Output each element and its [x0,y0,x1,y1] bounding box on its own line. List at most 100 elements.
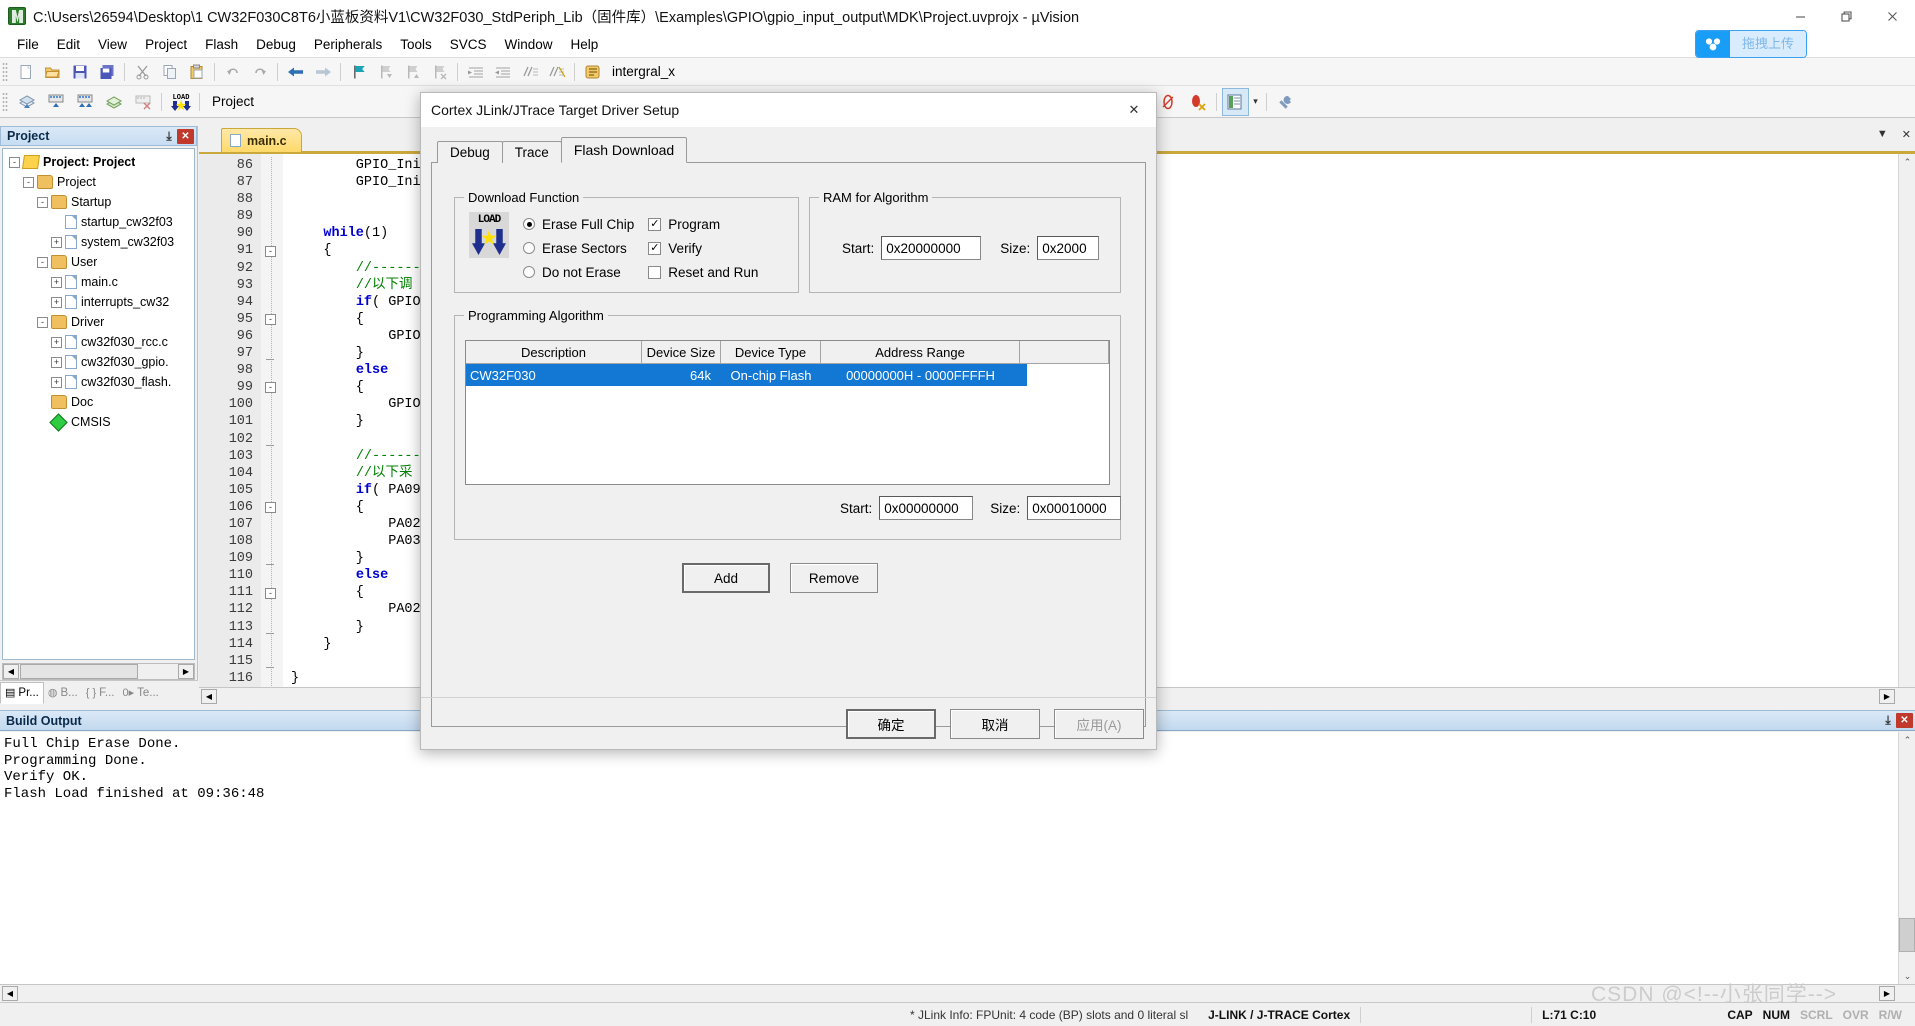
project-bottom-tab-3[interactable]: 0▸ Te... [118,682,162,704]
tree-item-cw32f030-gpio[interactable]: + cw32f030_gpio. [3,352,194,372]
tab-debug[interactable]: Debug [437,141,503,163]
comment-icon[interactable] [517,60,542,84]
scroll-left-icon[interactable]: ◀ [201,688,217,704]
checkbox-program[interactable]: ✓ Program [648,212,758,236]
column-extra[interactable] [1020,341,1109,363]
fold-collapse-icon[interactable]: - [265,313,276,325]
scroll-up-icon[interactable]: ⌃ [1899,732,1915,748]
configure-tools-wrench-icon[interactable] [1272,88,1299,116]
collapse-icon[interactable]: - [23,176,34,188]
configuration-wizard-icon[interactable] [1221,87,1249,116]
scroll-right-icon[interactable]: ▶ [1879,688,1895,704]
tree-item-startup[interactable]: - Startup [3,192,194,212]
scroll-up-icon[interactable]: ⌃ [1899,154,1915,170]
hscroll-thumb[interactable] [20,664,138,679]
tree-item-cw32f030-flash[interactable]: + cw32f030_flash. [3,372,194,392]
expand-icon[interactable]: + [51,376,62,388]
tree-item-user[interactable]: - User [3,252,194,272]
tree-item-doc[interactable]: Doc [3,392,194,412]
tree-item-project-project[interactable]: - Project: Project [3,152,194,172]
outdent-icon[interactable] [490,60,515,84]
disable-breakpoint-icon[interactable] [1155,88,1182,116]
expand-icon[interactable]: + [51,276,62,288]
maximize-restore-button[interactable] [1823,0,1869,32]
vscroll-thumb[interactable] [1899,918,1915,952]
editor-window-list-chevron-down-icon[interactable]: ▼ [1877,128,1888,141]
column-device-type[interactable]: Device Type [721,341,821,363]
minimize-button[interactable] [1777,0,1823,32]
cancel-button[interactable]: 取消 [950,708,1040,739]
algorithm-size-input[interactable]: 0x00010000 [1027,496,1122,520]
ram-start-input[interactable]: 0x20000000 [881,236,982,260]
project-bottom-tab-0[interactable]: ▤ Pr... [0,681,44,704]
tree-item-system-cw32f03[interactable]: + system_cw32f03 [3,232,194,252]
stop-build-icon[interactable] [129,88,156,116]
column-address-range[interactable]: Address Range [821,341,1020,363]
menu-project[interactable]: Project [136,34,196,55]
scroll-right-icon[interactable]: ▶ [1879,986,1895,1001]
toolbar-grip[interactable] [2,91,8,112]
collapse-icon[interactable]: - [37,316,48,328]
editor-vscrollbar[interactable]: ⌃ [1898,154,1915,687]
pin-icon[interactable]: ⤓ [161,129,177,144]
cut-icon[interactable] [130,60,155,84]
uncomment-icon[interactable] [544,60,569,84]
close-icon[interactable]: ✕ [177,128,194,144]
previous-bookmark-icon[interactable] [400,60,425,84]
fold-collapse-icon[interactable]: - [265,382,276,394]
collapse-icon[interactable]: - [9,156,20,168]
build-output-vscrollbar[interactable]: ⌃ ⌄ [1898,732,1915,984]
tree-item-cw32f030-rcc-c[interactable]: + cw32f030_rcc.c [3,332,194,352]
checkbox-reset-and-run[interactable]: Reset and Run [648,260,758,284]
build-output-hscrollbar[interactable]: ◀ ▶ [0,984,1915,1002]
expand-icon[interactable]: + [51,296,62,308]
ram-size-input[interactable]: 0x2000 [1037,236,1100,260]
tree-item-driver[interactable]: - Driver [3,312,194,332]
tree-item-project[interactable]: - Project [3,172,194,192]
menu-debug[interactable]: Debug [247,34,305,55]
editor-tab-main-c[interactable]: main.c [221,128,302,152]
rebuild-all-icon[interactable] [71,88,98,116]
navigate-forward-icon[interactable] [310,60,335,84]
fold-collapse-icon[interactable]: - [265,587,276,599]
insert-bookmark-icon[interactable] [346,60,371,84]
menu-svcs[interactable]: SVCS [441,34,496,55]
column-device-size[interactable]: Device Size [642,341,721,363]
open-file-icon[interactable] [40,60,65,84]
redo-icon[interactable] [247,60,272,84]
scroll-right-icon[interactable]: ▶ [178,664,194,679]
add-button[interactable]: Add [682,563,770,593]
open-target-options-icon[interactable] [580,60,605,84]
scroll-down-icon[interactable]: ⌄ [1899,968,1915,984]
indent-icon[interactable] [463,60,488,84]
collapse-icon[interactable]: - [37,256,48,268]
menu-view[interactable]: View [89,34,136,55]
tab-trace[interactable]: Trace [501,141,562,163]
configuration-wizard-chevron-down-icon[interactable]: ▾ [1250,92,1262,112]
toolbar-grip[interactable] [2,61,8,82]
radio-do-not-erase[interactable]: Do not Erase [523,260,634,284]
baidu-netdisk-upload-badge[interactable]: 拖拽上传 [1694,30,1807,58]
expand-icon[interactable]: + [51,336,62,348]
build-target-icon[interactable] [42,88,69,116]
expand-icon[interactable]: + [51,236,62,248]
editor-fold-column[interactable]: ------ [261,154,283,704]
algorithm-start-input[interactable]: 0x00000000 [879,496,974,520]
kill-all-breakpoints-icon[interactable] [1184,88,1211,116]
clear-bookmarks-icon[interactable] [427,60,452,84]
navigate-back-icon[interactable] [283,60,308,84]
column-description[interactable]: Description [466,341,642,363]
undo-icon[interactable] [220,60,245,84]
menu-window[interactable]: Window [495,34,561,55]
menu-help[interactable]: Help [562,34,608,55]
remove-button[interactable]: Remove [790,563,878,593]
ok-button[interactable]: 确定 [846,708,936,739]
tree-item-startup-cw32f03[interactable]: startup_cw32f03 [3,212,194,232]
radio-erase-sectors[interactable]: Erase Sectors [523,236,634,260]
fold-collapse-icon[interactable]: - [265,245,276,257]
expand-icon[interactable]: + [51,356,62,368]
tree-item-cmsis[interactable]: CMSIS [3,412,194,432]
programming-algorithm-list[interactable]: Description Device Size Device Type Addr… [465,340,1110,485]
menu-flash[interactable]: Flash [196,34,247,55]
menu-peripherals[interactable]: Peripherals [305,34,391,55]
